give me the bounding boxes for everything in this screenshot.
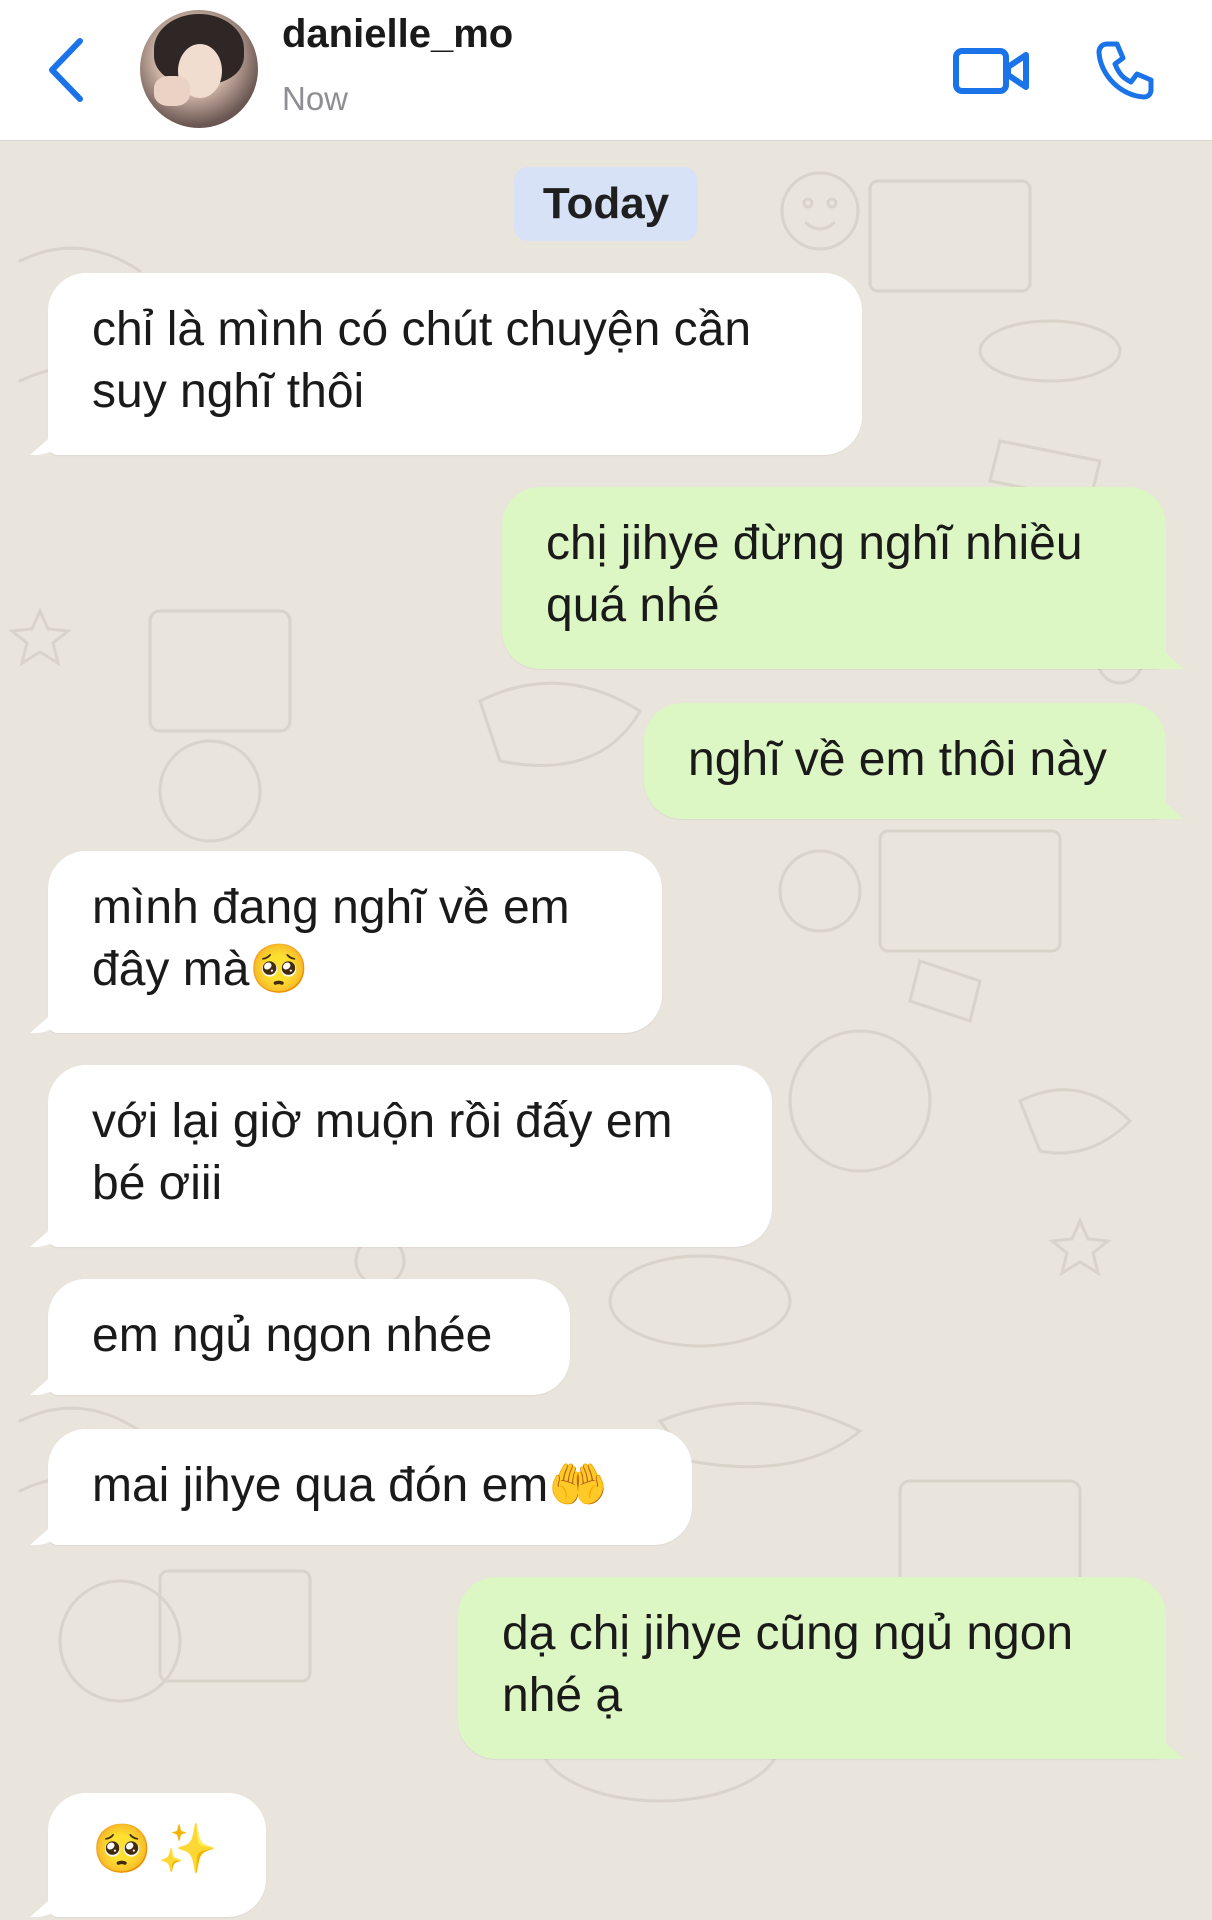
- message-text: 🥺✨: [92, 1823, 224, 1876]
- message-outgoing[interactable]: dạ chị jihye cũng ngủ ngon nhé ạ: [458, 1577, 1166, 1759]
- voice-call-button[interactable]: [1086, 32, 1164, 108]
- message-text: mình đang nghĩ về em đây mà🥺: [92, 881, 570, 996]
- message-incoming[interactable]: mình đang nghĩ về em đây mà🥺: [48, 851, 662, 1033]
- message-incoming[interactable]: mai jihye qua đón em🤲: [48, 1429, 692, 1545]
- message-outgoing[interactable]: chị jihye đừng nghĩ nhiều quá nhé: [502, 487, 1166, 669]
- date-separator: Today: [514, 167, 698, 241]
- chat-area[interactable]: Today chỉ là mình có chút chuyện cần suy…: [0, 141, 1212, 1920]
- chevron-left-icon: [49, 38, 83, 102]
- message-text: dạ chị jihye cũng ngủ ngon nhé ạ: [502, 1607, 1074, 1722]
- message-incoming[interactable]: em ngủ ngon nhée: [48, 1279, 570, 1395]
- avatar[interactable]: [140, 10, 258, 128]
- back-button[interactable]: [36, 30, 96, 110]
- message-outgoing[interactable]: nghĩ về em thôi này: [644, 703, 1166, 819]
- message-incoming[interactable]: chỉ là mình có chút chuyện cần suy nghĩ …: [48, 273, 862, 455]
- contact-status: Now: [282, 80, 349, 117]
- message-text: nghĩ về em thôi này: [688, 733, 1107, 786]
- video-call-button[interactable]: [950, 38, 1034, 104]
- message-text: chị jihye đừng nghĩ nhiều quá nhé: [546, 517, 1083, 632]
- message-incoming[interactable]: 🥺✨: [48, 1793, 266, 1917]
- message-incoming[interactable]: với lại giờ muộn rồi đấy em bé ơiii: [48, 1065, 772, 1247]
- video-camera-icon: [953, 48, 1029, 94]
- message-text: chỉ là mình có chút chuyện cần suy nghĩ …: [92, 303, 752, 418]
- phone-icon: [1096, 41, 1154, 100]
- contact-name[interactable]: danielle_mo: [282, 12, 513, 57]
- message-text: mai jihye qua đón em🤲: [92, 1459, 609, 1512]
- message-text: với lại giờ muộn rồi đấy em bé ơiii: [92, 1095, 673, 1210]
- chat-header: danielle_mo Now: [0, 0, 1212, 141]
- message-text: em ngủ ngon nhée: [92, 1309, 493, 1362]
